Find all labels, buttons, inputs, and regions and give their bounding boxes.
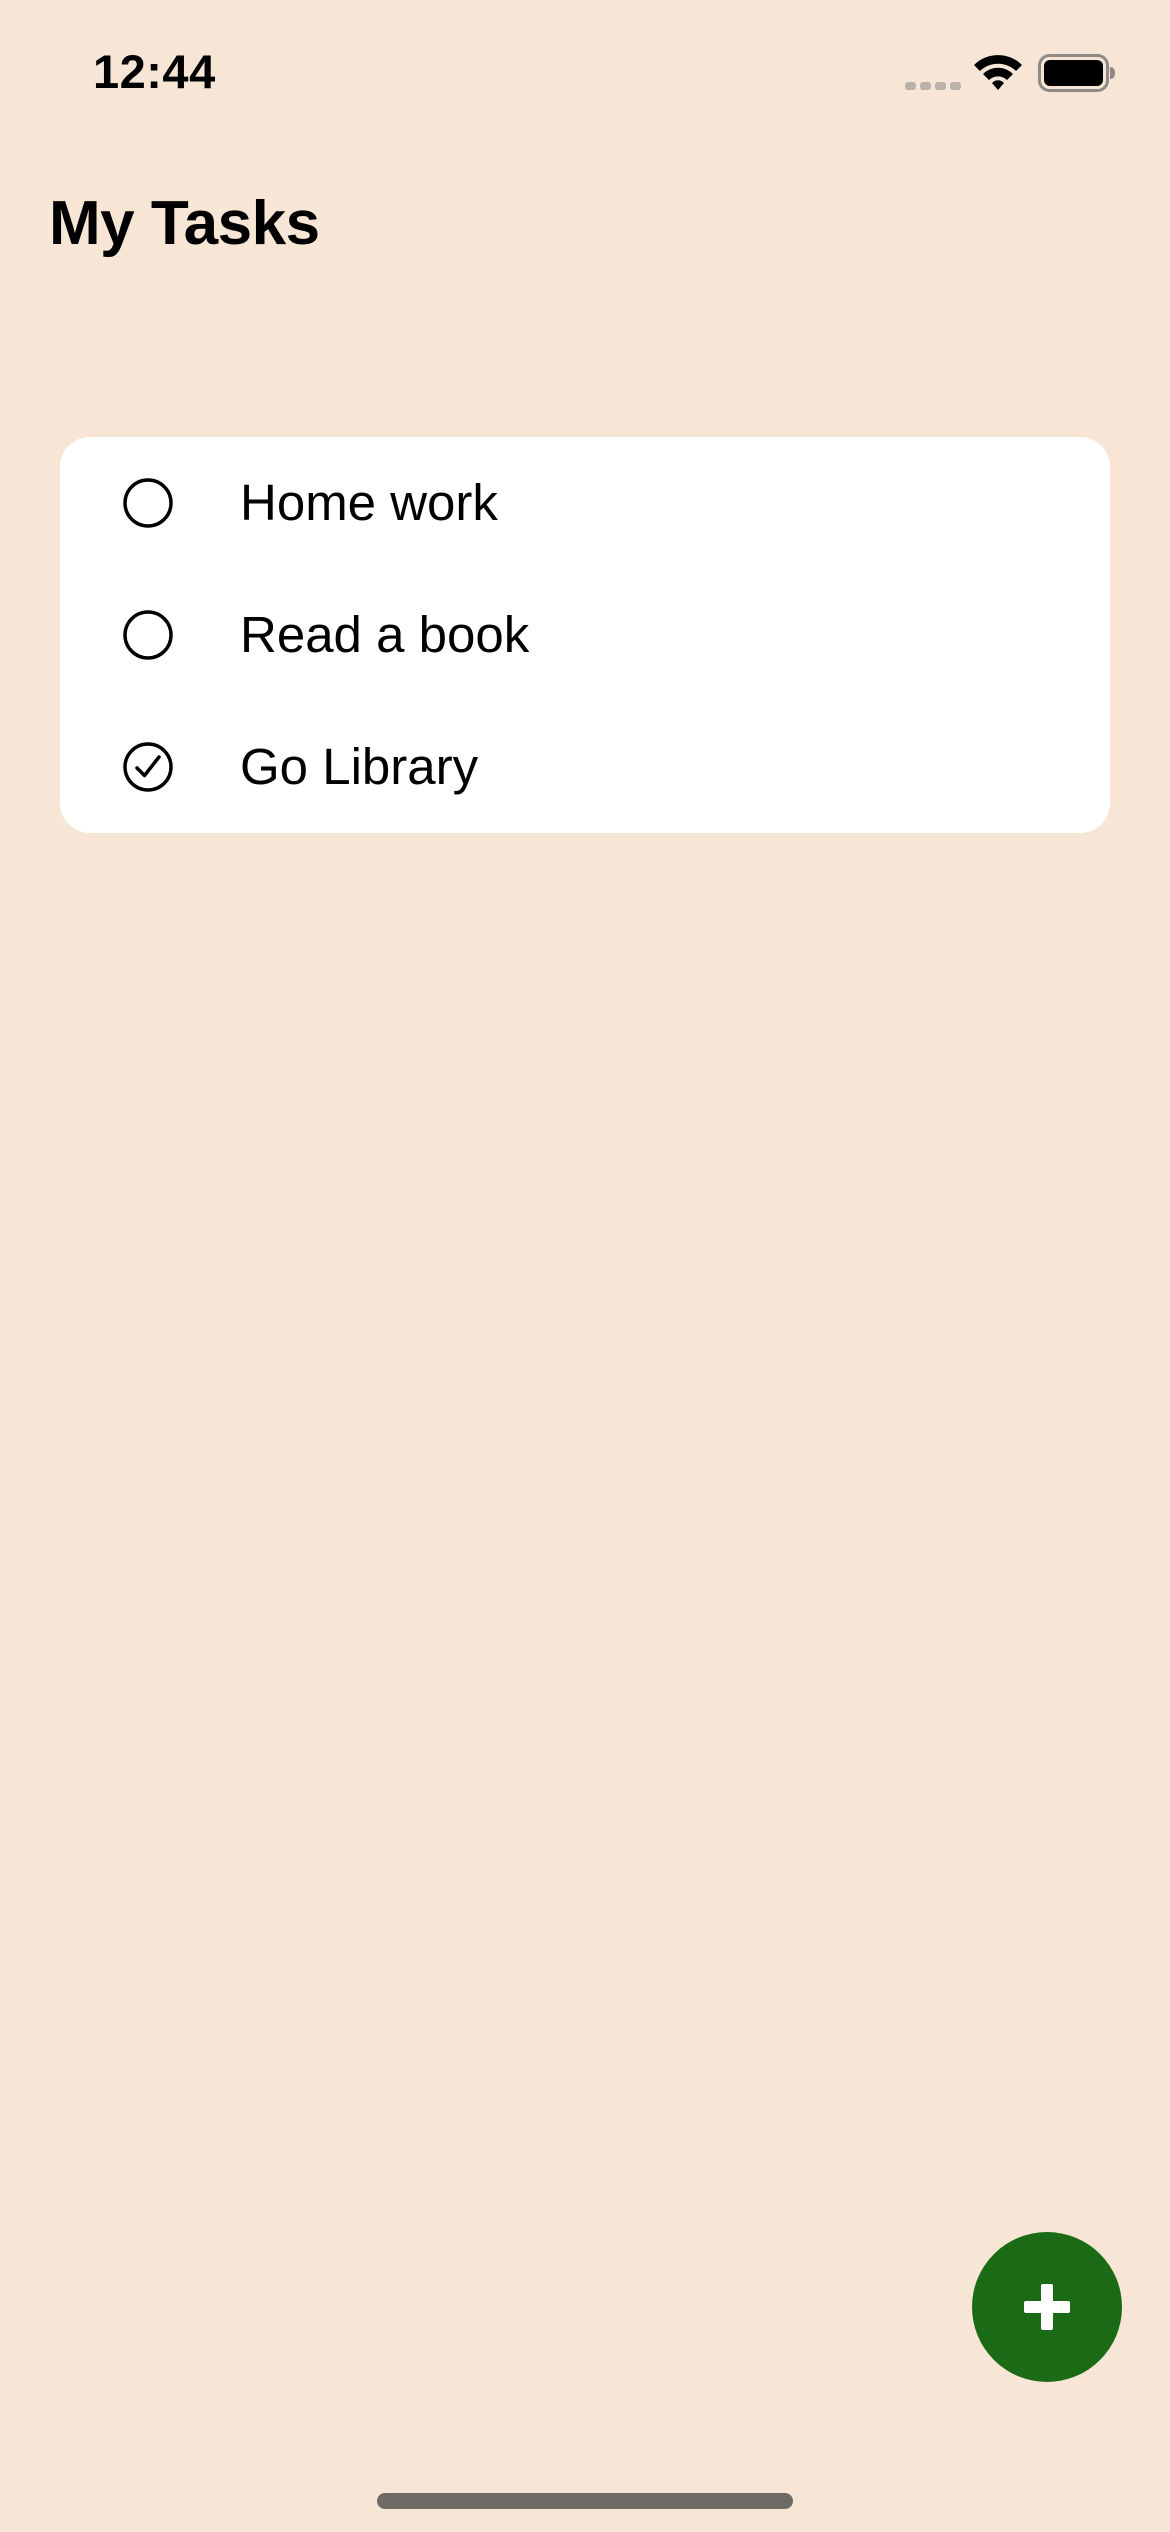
plus-icon [1024, 2284, 1070, 2330]
circle-unchecked-icon[interactable] [123, 610, 173, 660]
app-screen: 12:44 My Tasks Home work Read a book Go … [0, 0, 1170, 2532]
task-item-go-library[interactable]: Go Library [60, 701, 1110, 833]
status-bar-time: 12:44 [93, 45, 216, 98]
wifi-icon [974, 55, 1022, 90]
task-label: Go Library [240, 738, 479, 795]
add-task-button[interactable] [972, 2232, 1122, 2382]
battery-icon [1038, 54, 1115, 92]
circle-unchecked-icon[interactable] [123, 478, 173, 528]
task-label: Read a book [240, 606, 530, 663]
page-title: My Tasks [49, 189, 320, 258]
task-label: Home work [240, 474, 498, 531]
cellular-signal-icon [905, 82, 961, 90]
circle-checkmark-icon[interactable] [123, 742, 173, 792]
home-indicator[interactable] [377, 2493, 793, 2509]
task-list: Home work Read a book Go Library [60, 437, 1110, 833]
task-item-home-work[interactable]: Home work [60, 437, 1110, 569]
task-item-read-a-book[interactable]: Read a book [60, 569, 1110, 701]
